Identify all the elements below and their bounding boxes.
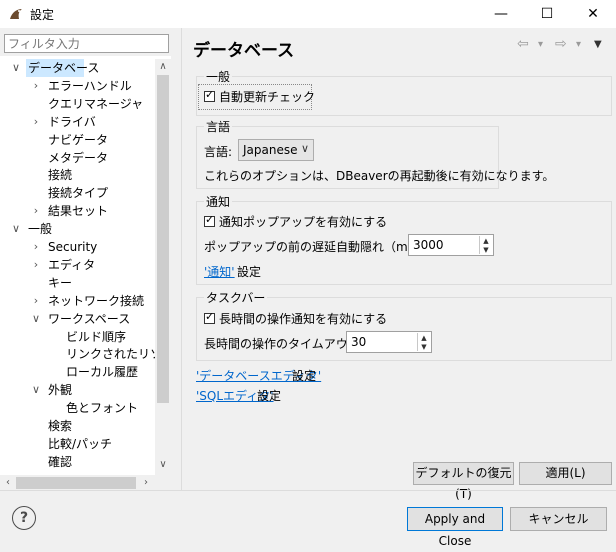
panel-divider[interactable]: [181, 28, 182, 490]
spin-up-icon[interactable]: ▲: [418, 333, 430, 342]
forward-menu-icon[interactable]: ▾: [576, 39, 581, 50]
tree-item[interactable]: 色とフォント: [66, 399, 138, 417]
language-select[interactable]: Japanese ∨: [238, 139, 314, 161]
tree-item[interactable]: エディタ: [48, 256, 95, 274]
spin-down-icon[interactable]: ▼: [418, 342, 430, 351]
tree-item[interactable]: ワークスペース: [48, 310, 130, 328]
tree-item[interactable]: ローカル履歴: [66, 363, 138, 381]
general-group-label: 一般: [204, 68, 233, 85]
scroll-down-icon[interactable]: ∨: [155, 459, 171, 470]
tree-item[interactable]: ナビゲータ: [48, 131, 108, 149]
sql-editor-suffix: 設定: [257, 389, 282, 403]
notify-settings-suffix: 設定: [237, 265, 262, 279]
tree-item[interactable]: エラーハンドル: [48, 77, 132, 95]
collapse-chevron-icon[interactable]: ∨: [10, 222, 22, 235]
notify-popup-checkbox[interactable]: [204, 213, 215, 227]
window-title: 設定: [30, 8, 55, 22]
back-arrow-icon[interactable]: ⇦: [517, 36, 529, 52]
tree-item[interactable]: 接続タイプ: [48, 184, 108, 202]
filter-input[interactable]: [4, 34, 169, 53]
popup-delay-spinner[interactable]: 3000 ▲ ▼: [408, 234, 494, 256]
collapse-chevron-icon[interactable]: ∨: [30, 383, 42, 396]
page-title: データベース: [193, 41, 295, 61]
notify-settings-link[interactable]: '通知': [204, 263, 235, 280]
back-menu-icon[interactable]: ▾: [538, 39, 543, 50]
close-button[interactable]: ✕: [570, 0, 616, 28]
tree-item[interactable]: クエリマネージャ: [48, 95, 143, 113]
timeout-value: 30: [351, 335, 367, 349]
tree-item[interactable]: 結果セット: [48, 202, 108, 220]
apply-button[interactable]: 適用(L): [519, 462, 612, 485]
popup-delay-label: ポップアップの前の遅延自動隠れ（ms）:: [204, 240, 430, 254]
preferences-tree: ∨ データベース › エラーハンドル クエリマネージャ › ドライバ ナビゲータ メタデータ 接続…: [0, 56, 171, 476]
minimize-button[interactable]: —: [478, 0, 524, 28]
language-field-label: 言語:: [204, 145, 233, 159]
expand-chevron-icon[interactable]: ›: [30, 115, 42, 128]
collapse-chevron-icon[interactable]: ∨: [30, 312, 42, 325]
tree-scroll-thumb[interactable]: [157, 75, 169, 403]
forward-arrow-icon[interactable]: ⇨: [555, 36, 567, 52]
scroll-up-icon[interactable]: ∧: [155, 61, 171, 72]
view-menu-icon[interactable]: ▼: [594, 39, 602, 50]
language-note: これらのオプションは、DBeaverの再起動後に有効になります。: [204, 169, 555, 183]
auto-update-checkbox[interactable]: [204, 88, 215, 102]
db-editor-suffix: 設定: [292, 369, 317, 383]
tree-item[interactable]: ビルド順序: [66, 328, 126, 346]
expand-chevron-icon[interactable]: ›: [30, 204, 42, 217]
tree-item[interactable]: Security: [48, 238, 97, 256]
long-op-checkbox[interactable]: [204, 310, 215, 324]
tree-item[interactable]: メタデータ: [48, 149, 108, 167]
spin-up-icon[interactable]: ▲: [480, 236, 492, 245]
tree-item[interactable]: データベース: [28, 59, 99, 77]
maximize-button[interactable]: ☐: [524, 0, 570, 28]
tree-item[interactable]: キー: [48, 274, 72, 292]
scroll-right-icon[interactable]: ›: [138, 477, 154, 488]
tree-item[interactable]: ドライバ: [48, 113, 96, 131]
tree-item[interactable]: 確認: [48, 453, 72, 471]
language-group-label: 言語: [204, 118, 233, 135]
long-op-label: 長時間の操作通知を有効にする: [219, 312, 388, 326]
help-icon[interactable]: ?: [12, 506, 36, 530]
app-icon: [8, 6, 24, 22]
notify-popup-label: 通知ポップアップを有効にする: [219, 215, 388, 229]
expand-chevron-icon[interactable]: ›: [30, 294, 42, 307]
popup-delay-value: 3000: [413, 238, 444, 252]
tree-item[interactable]: 外観: [48, 381, 72, 399]
taskbar-group-label: タスクバー: [204, 289, 268, 306]
apply-and-close-button[interactable]: Apply and Close: [407, 507, 503, 548]
tree-item[interactable]: 比較/パッチ: [48, 435, 112, 453]
notification-group-label: 通知: [204, 193, 233, 210]
expand-chevron-icon[interactable]: ›: [30, 79, 42, 92]
tree-item[interactable]: ネットワーク接続: [48, 292, 144, 310]
timeout-label: 長時間の操作のタイムアウト:: [204, 337, 364, 351]
tree-item[interactable]: 一般: [28, 220, 52, 238]
restore-defaults-button[interactable]: デフォルトの復元(T): [413, 462, 514, 501]
tree-item[interactable]: 接続: [48, 166, 72, 184]
timeout-spinner[interactable]: 30 ▲ ▼: [346, 331, 432, 353]
auto-update-label: 自動更新チェック: [219, 90, 316, 104]
scroll-left-icon[interactable]: ‹: [0, 477, 16, 488]
bottom-separator: [0, 490, 616, 491]
chevron-down-icon: ∨: [300, 142, 309, 155]
language-select-value: Japanese: [243, 143, 298, 157]
expand-chevron-icon[interactable]: ›: [30, 240, 42, 253]
tree-hscroll-thumb[interactable]: [16, 477, 136, 489]
cancel-button[interactable]: キャンセル: [510, 507, 607, 531]
collapse-chevron-icon[interactable]: ∨: [10, 61, 22, 74]
expand-chevron-icon[interactable]: ›: [30, 258, 42, 271]
tree-item[interactable]: 検索: [48, 417, 72, 435]
spin-down-icon[interactable]: ▼: [480, 245, 492, 254]
